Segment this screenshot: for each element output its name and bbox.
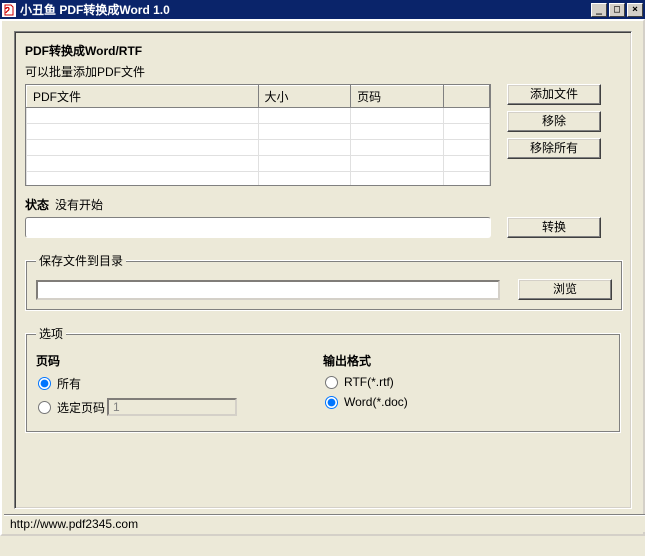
table-row[interactable] — [27, 140, 490, 156]
statusbar: http://www.pdf2345.com — [4, 514, 645, 532]
status-label: 状态 — [25, 196, 49, 213]
pages-all-input[interactable] — [38, 377, 51, 390]
app-icon — [2, 3, 16, 17]
browse-button[interactable]: 浏览 — [518, 279, 612, 300]
file-table[interactable]: PDF文件 大小 页码 — [25, 84, 491, 186]
window-title: 小丑鱼 PDF转换成Word 1.0 — [20, 1, 591, 18]
options-group: 选项 页码 所有 选定页码 输出格式 — [25, 325, 621, 433]
remove-all-button[interactable]: 移除所有 — [507, 138, 601, 159]
table-row[interactable] — [27, 124, 490, 140]
pages-selected-radio[interactable]: 选定页码 — [36, 398, 323, 416]
pages-selected-value — [107, 398, 237, 416]
format-title: 输出格式 — [323, 352, 610, 369]
format-word-radio[interactable]: Word(*.doc) — [323, 395, 610, 409]
client-area: PDF转换成Word/RTF 可以批量添加PDF文件 PDF文件 大小 页码 — [0, 19, 645, 536]
save-group: 保存文件到目录 浏览 — [25, 252, 623, 311]
table-col-file[interactable]: PDF文件 — [27, 86, 259, 108]
table-col-pages[interactable]: 页码 — [351, 86, 444, 108]
maximize-button[interactable]: □ — [609, 3, 625, 17]
format-rtf-radio[interactable]: RTF(*.rtf) — [323, 375, 610, 389]
save-group-legend: 保存文件到目录 — [36, 252, 126, 269]
pages-selected-label: 选定页码 — [57, 399, 105, 416]
table-col-size[interactable]: 大小 — [258, 86, 351, 108]
status-value: 没有开始 — [55, 196, 621, 213]
format-column: 输出格式 RTF(*.rtf) Word(*.doc) — [323, 352, 610, 422]
table-row[interactable] — [27, 172, 490, 187]
pages-title: 页码 — [36, 352, 323, 369]
format-rtf-input[interactable] — [325, 376, 338, 389]
options-group-legend: 选项 — [36, 325, 66, 342]
add-file-button[interactable]: 添加文件 — [507, 84, 601, 105]
main-panel: PDF转换成Word/RTF 可以批量添加PDF文件 PDF文件 大小 页码 — [14, 31, 632, 509]
minimize-button[interactable]: _ — [591, 3, 607, 17]
remove-button[interactable]: 移除 — [507, 111, 601, 132]
window-buttons: _ □ × — [591, 3, 643, 17]
section-title: PDF转换成Word/RTF — [25, 42, 621, 59]
table-row[interactable] — [27, 108, 490, 124]
close-button[interactable]: × — [627, 3, 643, 17]
statusbar-url: http://www.pdf2345.com — [10, 517, 138, 531]
pages-all-radio[interactable]: 所有 — [36, 375, 323, 392]
pages-all-label: 所有 — [57, 375, 81, 392]
section-subtitle: 可以批量添加PDF文件 — [25, 63, 621, 80]
pages-selected-input[interactable] — [38, 401, 51, 414]
pages-column: 页码 所有 选定页码 — [36, 352, 323, 422]
format-rtf-label: RTF(*.rtf) — [344, 375, 394, 389]
format-word-input[interactable] — [325, 396, 338, 409]
progress-bar — [25, 217, 491, 238]
format-word-label: Word(*.doc) — [344, 395, 408, 409]
table-col-extra[interactable] — [443, 86, 489, 108]
convert-button[interactable]: 转换 — [507, 217, 601, 238]
table-row[interactable] — [27, 156, 490, 172]
titlebar: 小丑鱼 PDF转换成Word 1.0 _ □ × — [0, 0, 645, 19]
save-path-input[interactable] — [36, 280, 500, 300]
